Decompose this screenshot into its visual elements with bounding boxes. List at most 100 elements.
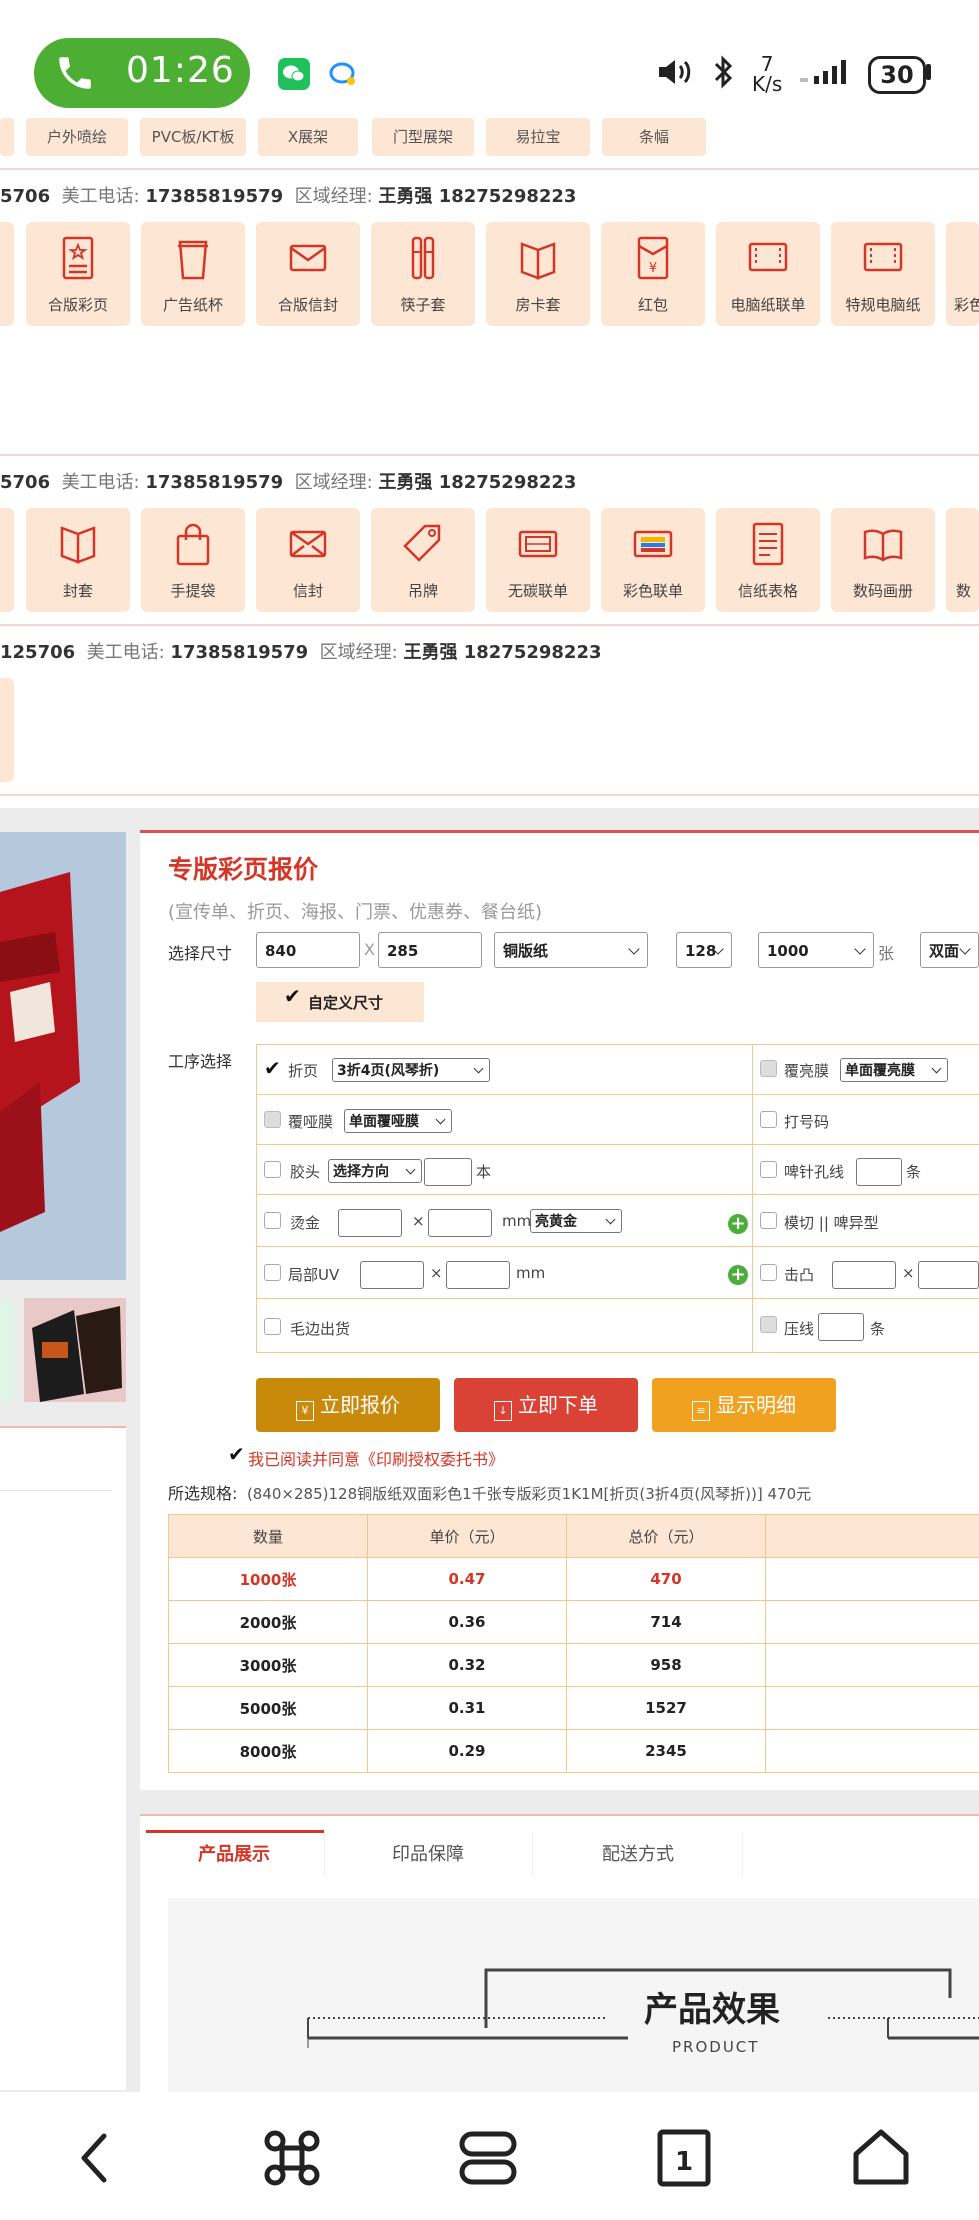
fold-select[interactable]: 3折4页(风琴折) [332, 1058, 490, 1082]
shortcut-button[interactable] [262, 2128, 322, 2192]
tab-quality-guarantee[interactable]: 印品保障 [392, 1840, 464, 1866]
chip-door-stand[interactable]: 门型展架 [372, 118, 474, 156]
order-now-button[interactable]: ↓ 立即下单 [454, 1378, 638, 1432]
quantity-select[interactable]: 1000 [758, 932, 874, 968]
matte-film-checkbox[interactable] [264, 1111, 281, 1128]
active-tab-indicator [146, 1830, 324, 1833]
product-color-form[interactable]: 彩色联单 [601, 508, 705, 612]
spot-uv-width-input[interactable] [360, 1261, 424, 1289]
hot-stamp-color-select[interactable]: 亮黄金 [530, 1209, 622, 1233]
add-spot-uv-icon[interactable]: + [728, 1265, 748, 1285]
sides-select[interactable]: 双面 [920, 932, 979, 968]
table-row[interactable]: 8000张 0.29 2345 [168, 1729, 979, 1773]
product-carbonless-form[interactable]: 无碳联单 [486, 508, 590, 612]
spot-uv-checkbox[interactable] [264, 1264, 281, 1281]
product-chopstick-sleeve[interactable]: 筷子套 [371, 222, 475, 326]
product-partial[interactable] [0, 678, 14, 782]
chip-rollup[interactable]: 易拉宝 [486, 118, 590, 156]
thumbnail-partial[interactable] [0, 1300, 14, 1400]
chat-bubble-icon [328, 60, 358, 88]
home-button[interactable] [850, 2126, 912, 2192]
quote-now-button[interactable]: ¥ 立即报价 [256, 1378, 440, 1432]
chip-x-stand[interactable]: X展架 [258, 118, 358, 156]
tab-delivery[interactable]: 配送方式 [602, 1840, 674, 1866]
glue-head-count-input[interactable] [424, 1158, 472, 1186]
agree-checkbox[interactable]: ✔ [228, 1444, 245, 1464]
grid-line [256, 1352, 979, 1353]
agree-text[interactable]: 我已阅读并同意《印刷授权委托书》 [248, 1446, 504, 1470]
paper-select[interactable]: 铜版纸 [494, 932, 648, 968]
net-speed: 7 K/s [752, 52, 783, 96]
emboss-checkbox[interactable] [760, 1264, 777, 1281]
svg-text:1: 1 [675, 2147, 693, 2177]
quote-subtitle: (宣传单、折页、海报、门票、优惠券、餐台纸) [168, 902, 543, 923]
custom-size-checkbox[interactable]: ✔ [284, 986, 301, 1006]
product-hang-tag[interactable]: 吊牌 [371, 508, 475, 612]
matte-film-label: 覆哑膜 [288, 1113, 334, 1131]
die-cut-checkbox[interactable] [760, 1212, 777, 1229]
perforation-checkbox[interactable] [760, 1161, 777, 1178]
width-input[interactable]: 840 [256, 932, 360, 968]
product-digital-album[interactable]: 数码画册 [831, 508, 935, 612]
custom-size-box[interactable]: ✔ 自定义尺寸 [256, 982, 424, 1022]
menu-button[interactable] [458, 2130, 518, 2190]
back-button[interactable] [76, 2130, 116, 2190]
product-room-card-sleeve[interactable]: 房卡套 [486, 222, 590, 326]
product-color-partial[interactable]: 彩色 [946, 222, 979, 326]
gloss-film-select[interactable]: 单面覆亮膜 [840, 1058, 948, 1082]
table-row[interactable]: 2000张 0.36 714 [168, 1600, 979, 1644]
matte-film-select[interactable]: 单面覆哑膜 [344, 1109, 452, 1133]
table-row[interactable]: 1000张 0.47 470 [168, 1557, 979, 1601]
table-row[interactable]: 3000张 0.32 958 [168, 1643, 979, 1687]
chip-pvc-board[interactable]: PVC板/KT板 [140, 118, 246, 156]
spot-uv-height-input[interactable] [446, 1261, 510, 1289]
weight-select[interactable]: 128 [676, 932, 732, 968]
product-special-computer-paper[interactable]: 特规电脑纸 [831, 222, 935, 326]
table-row[interactable]: 5000张 0.31 1527 [168, 1686, 979, 1730]
chip-partial[interactable] [0, 118, 14, 156]
product-paper-cup[interactable]: 广告纸杯 [141, 222, 245, 326]
emboss-height-input[interactable] [918, 1261, 979, 1289]
call-indicator[interactable]: 01:26 [34, 38, 250, 108]
chip-banner[interactable]: 条幅 [602, 118, 706, 156]
perforation-count-input[interactable] [856, 1158, 902, 1186]
hot-stamp-height-input[interactable] [428, 1209, 492, 1237]
product-combo-flyer[interactable]: 合版彩页 [26, 222, 130, 326]
add-hot-stamp-icon[interactable]: + [728, 1214, 748, 1234]
crease-count-input[interactable] [818, 1313, 864, 1341]
tab-product-display[interactable]: 产品展示 [198, 1840, 270, 1866]
numbering-checkbox[interactable] [760, 1111, 777, 1128]
product-computer-form[interactable]: 电脑纸联单 [716, 222, 820, 326]
battery-icon: 30 [868, 56, 926, 94]
product-folder[interactable]: 封套 [26, 508, 130, 612]
gloss-film-checkbox[interactable] [760, 1060, 777, 1077]
banner-subtitle: PRODUCT [672, 2038, 760, 2056]
process-label: 工序选择 [168, 1052, 233, 1071]
glue-head-checkbox[interactable] [264, 1161, 281, 1178]
product-red-envelope[interactable]: ¥ 红包 [601, 222, 705, 326]
product-partial[interactable] [0, 508, 14, 612]
hot-stamp-checkbox[interactable] [264, 1212, 281, 1229]
divider [0, 168, 979, 170]
product-letter-paper[interactable]: 信纸表格 [716, 508, 820, 612]
crease-checkbox[interactable] [760, 1316, 777, 1333]
thumbnail-image[interactable] [24, 1298, 126, 1402]
red-envelope-icon: ¥ [637, 236, 669, 280]
price-table: 数量 单价（元） 总价（元） 重 1000张0.47470 2000张0.367… [168, 1514, 979, 1773]
glue-head-unit: 本 [476, 1163, 492, 1181]
glue-head-direction-select[interactable]: 选择方向 [328, 1159, 422, 1183]
emboss-width-input[interactable] [832, 1261, 896, 1289]
hot-stamp-width-input[interactable] [338, 1209, 402, 1237]
product-partial[interactable] [0, 222, 14, 326]
fold-checkbox[interactable]: ✔ [264, 1058, 281, 1078]
yen-doc-icon: ¥ [296, 1401, 314, 1421]
tabs-button[interactable]: 1 [656, 2128, 712, 2192]
show-detail-button[interactable]: ≡ 显示明细 [652, 1378, 836, 1432]
height-input[interactable]: 285 [378, 932, 482, 968]
product-envelope[interactable]: 信封 [256, 508, 360, 612]
chip-outdoor-print[interactable]: 户外喷绘 [26, 118, 128, 156]
product-partial-right[interactable]: 数 [946, 508, 979, 612]
raw-edge-checkbox[interactable] [264, 1318, 281, 1335]
product-handbag[interactable]: 手提袋 [141, 508, 245, 612]
product-combo-envelope[interactable]: 合版信封 [256, 222, 360, 326]
